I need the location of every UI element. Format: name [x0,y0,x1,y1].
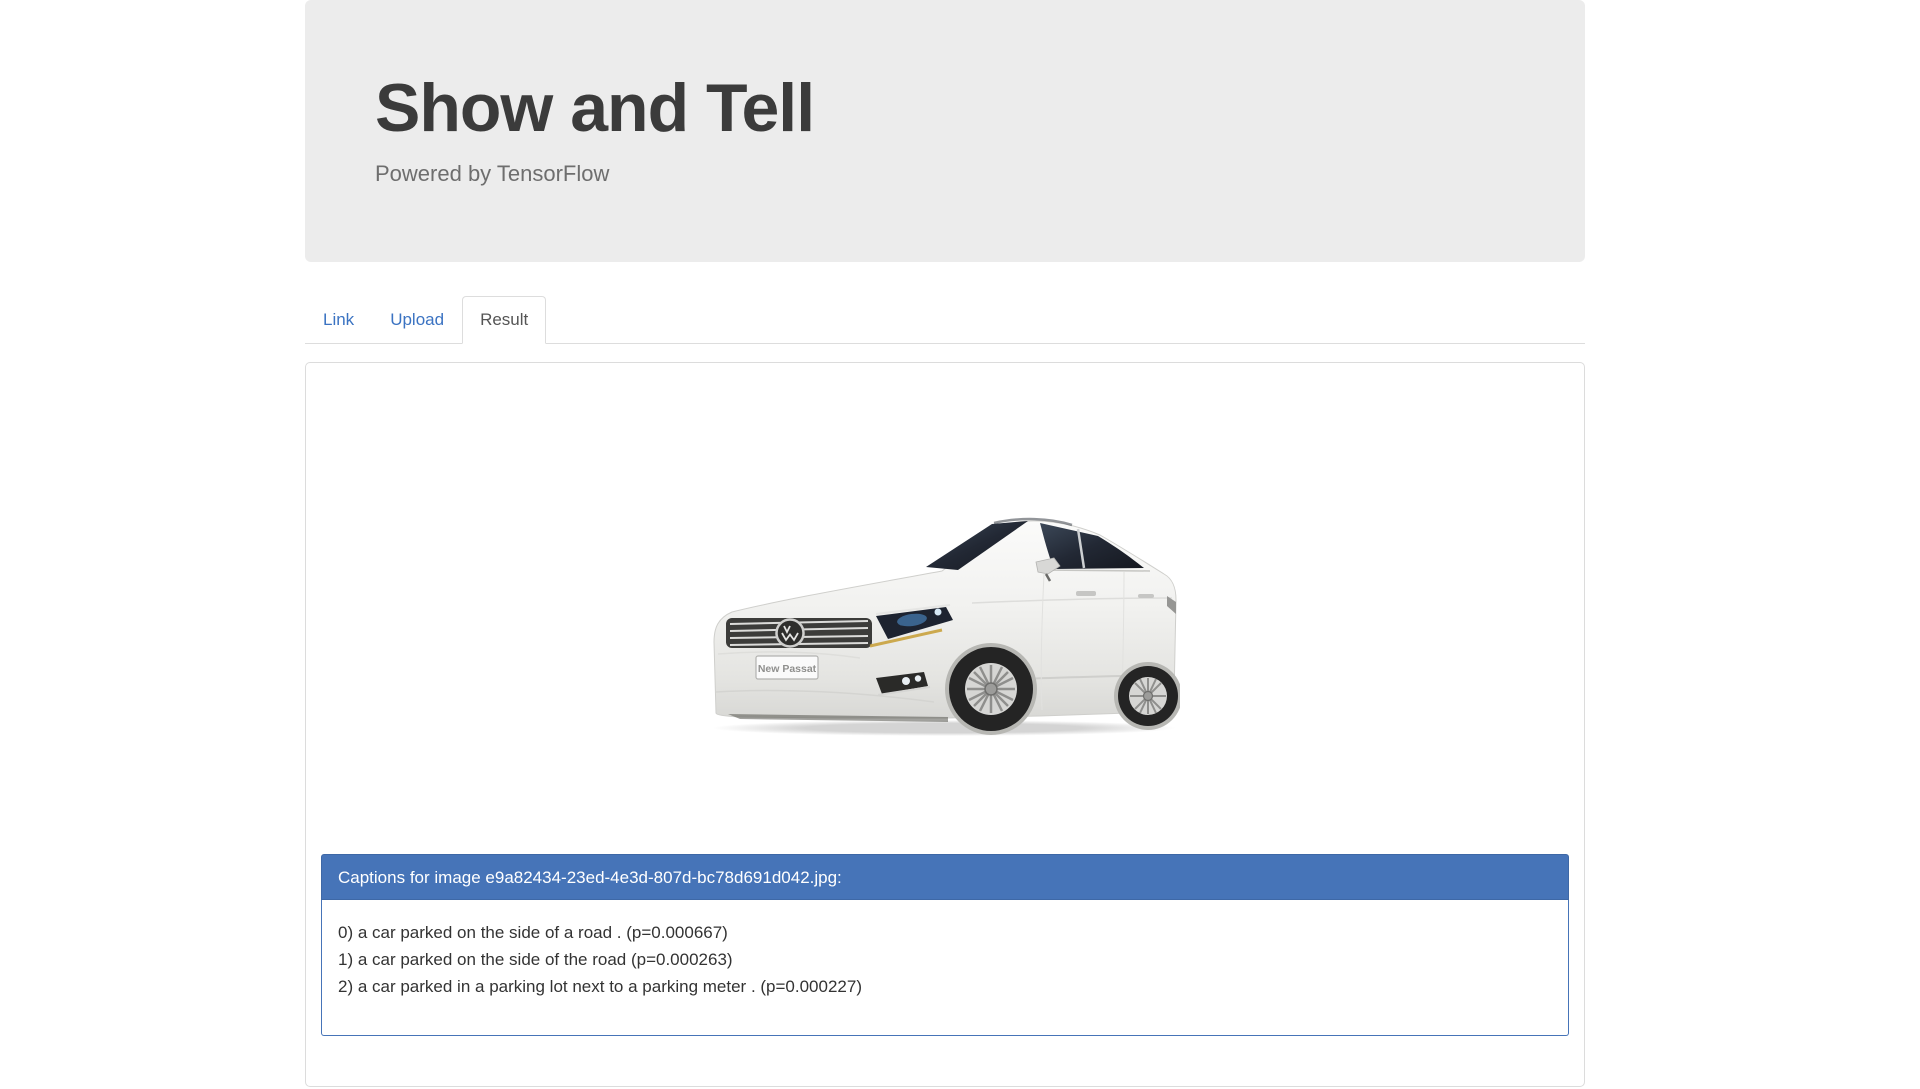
svg-text:New Passat: New Passat [758,663,817,675]
tab-link[interactable]: Link [305,296,372,344]
license-plate: New Passat [755,655,819,680]
caption-line: 0) a car parked on the side of a road . … [338,923,728,942]
page-title: Show and Tell [375,70,815,146]
result-image: New Passat [710,506,1180,736]
tab-result[interactable]: Result [462,296,547,344]
car-shadow [712,720,1176,736]
tab-upload[interactable]: Upload [372,296,462,344]
captions-panel: Captions for image e9a82434-23ed-4e3d-80… [321,854,1569,1036]
rear-wheel [1114,662,1180,730]
result-pane: New Passat Captions for image e9a82434-2… [305,362,1585,1087]
captions-panel-body: 0) a car parked on the side of a road . … [321,900,1569,1036]
caption-line: 2) a car parked in a parking lot next to… [338,977,862,996]
front-wheel [945,643,1037,735]
caption-line: 1) a car parked on the side of the road … [338,950,733,969]
page: Show and Tell Powered by TensorFlow Link… [0,0,1920,1089]
tab-upload-item: Upload [372,296,462,343]
car-illustration: New Passat [712,517,1180,736]
tab-link-item: Link [305,296,372,343]
tab-bar: Link Upload Result [305,296,1585,344]
tab-result-item: Result [462,296,547,344]
captions-panel-heading: Captions for image e9a82434-23ed-4e3d-80… [321,854,1569,900]
page-subtitle: Powered by TensorFlow [375,161,610,186]
hero-banner: Show and Tell Powered by TensorFlow [305,0,1585,262]
